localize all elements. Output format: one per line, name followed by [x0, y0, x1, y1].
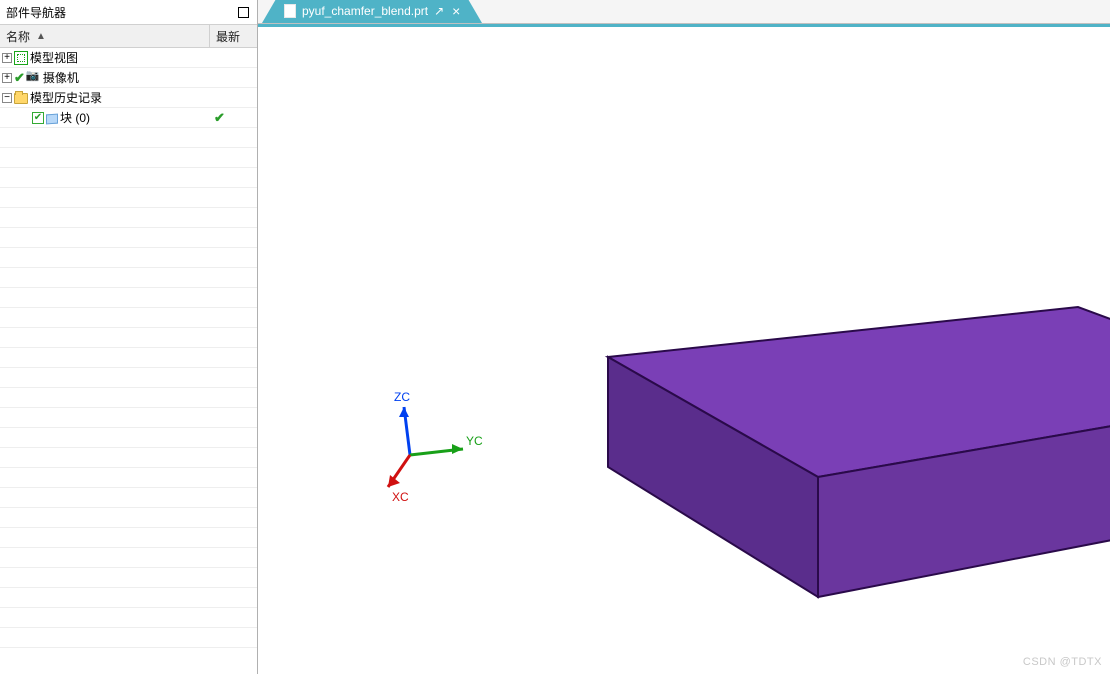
expand-toggle[interactable] — [2, 93, 12, 103]
tree-item-label: 模型历史记录 — [30, 89, 102, 106]
tree-empty-row — [0, 308, 257, 328]
cube-icon — [46, 113, 58, 124]
tree-item-block-0[interactable]: 块 (0) ✔ — [0, 108, 257, 128]
tree-empty-row — [0, 408, 257, 428]
navigator-tree[interactable]: 模型视图 ✔ 摄像机 模型历史记录 — [0, 48, 257, 674]
close-icon[interactable]: × — [452, 3, 460, 19]
tree-item-model-history[interactable]: 模型历史记录 — [0, 88, 257, 108]
tree-empty-row — [0, 128, 257, 148]
panel-column-headers: 名称 ▲ 最新 — [0, 24, 257, 48]
panel-toggle-icon[interactable] — [238, 7, 249, 18]
column-header-latest[interactable]: 最新 — [210, 25, 246, 47]
column-header-latest-label: 最新 — [216, 28, 240, 45]
expand-toggle[interactable] — [2, 53, 12, 63]
document-tab[interactable]: pyuf_chamfer_blend.prt ↗ × — [276, 0, 468, 23]
tree-empty-row — [0, 348, 257, 368]
folder-icon — [14, 93, 28, 104]
tree-empty-row — [0, 208, 257, 228]
column-header-name[interactable]: 名称 ▲ — [0, 25, 210, 47]
panel-header: 部件导航器 — [0, 0, 257, 24]
tree-empty-row — [0, 428, 257, 448]
tree-empty-row — [0, 448, 257, 468]
camera-icon — [27, 71, 41, 85]
tree-item-cameras[interactable]: ✔ 摄像机 — [0, 68, 257, 88]
coordinate-triad[interactable]: ZC YC XC — [368, 387, 488, 507]
tree-empty-row — [0, 388, 257, 408]
model-block[interactable] — [518, 297, 1110, 617]
tree-empty-row — [0, 588, 257, 608]
tree-empty-row — [0, 468, 257, 488]
visibility-checkbox[interactable] — [32, 112, 44, 124]
panel-title: 部件导航器 — [6, 4, 66, 21]
column-header-name-label: 名称 — [6, 28, 30, 45]
tree-empty-row — [0, 528, 257, 548]
tree-empty-row — [0, 368, 257, 388]
tree-item-label: 摄像机 — [43, 69, 79, 86]
graphics-canvas[interactable]: ZC YC XC CSDN @TDTX — [258, 27, 1110, 674]
views-icon — [14, 51, 28, 65]
tree-empty-row — [0, 568, 257, 588]
tree-empty-row — [0, 248, 257, 268]
z-axis-label: ZC — [394, 390, 410, 404]
z-arrow-icon — [399, 407, 409, 417]
document-tab-label: pyuf_chamfer_blend.prt — [302, 4, 428, 18]
tree-empty-row — [0, 148, 257, 168]
document-icon — [284, 4, 296, 18]
popout-icon[interactable]: ↗ — [434, 4, 444, 18]
tree-empty-row — [0, 508, 257, 528]
part-navigator-panel: 部件导航器 名称 ▲ 最新 模型视图 — [0, 0, 258, 674]
tree-item-label: 模型视图 — [30, 49, 78, 66]
tree-empty-row — [0, 168, 257, 188]
x-axis-label: XC — [392, 490, 409, 504]
tree-item-label: 块 (0) — [60, 109, 90, 126]
tree-empty-row — [0, 488, 257, 508]
tree-empty-row — [0, 548, 257, 568]
tree-empty-row — [0, 628, 257, 648]
y-arrow-icon — [452, 444, 463, 454]
tree-empty-row — [0, 328, 257, 348]
graphics-viewport[interactable]: pyuf_chamfer_blend.prt ↗ × ZC — [258, 0, 1110, 674]
tree-empty-row — [0, 188, 257, 208]
tree-empty-row — [0, 268, 257, 288]
sort-indicator-icon: ▲ — [36, 31, 46, 42]
tree-item-model-views[interactable]: 模型视图 — [0, 48, 257, 68]
expand-toggle[interactable] — [2, 73, 12, 83]
tree-empty-row — [0, 228, 257, 248]
tree-empty-row — [0, 288, 257, 308]
watermark-text: CSDN @TDTX — [1023, 656, 1102, 668]
y-axis-label: YC — [466, 434, 483, 448]
check-icon: ✔ — [14, 70, 25, 86]
document-tabbar: pyuf_chamfer_blend.prt ↗ × — [258, 0, 1110, 24]
tree-empty-row — [0, 608, 257, 628]
latest-check-icon: ✔ — [214, 110, 225, 126]
